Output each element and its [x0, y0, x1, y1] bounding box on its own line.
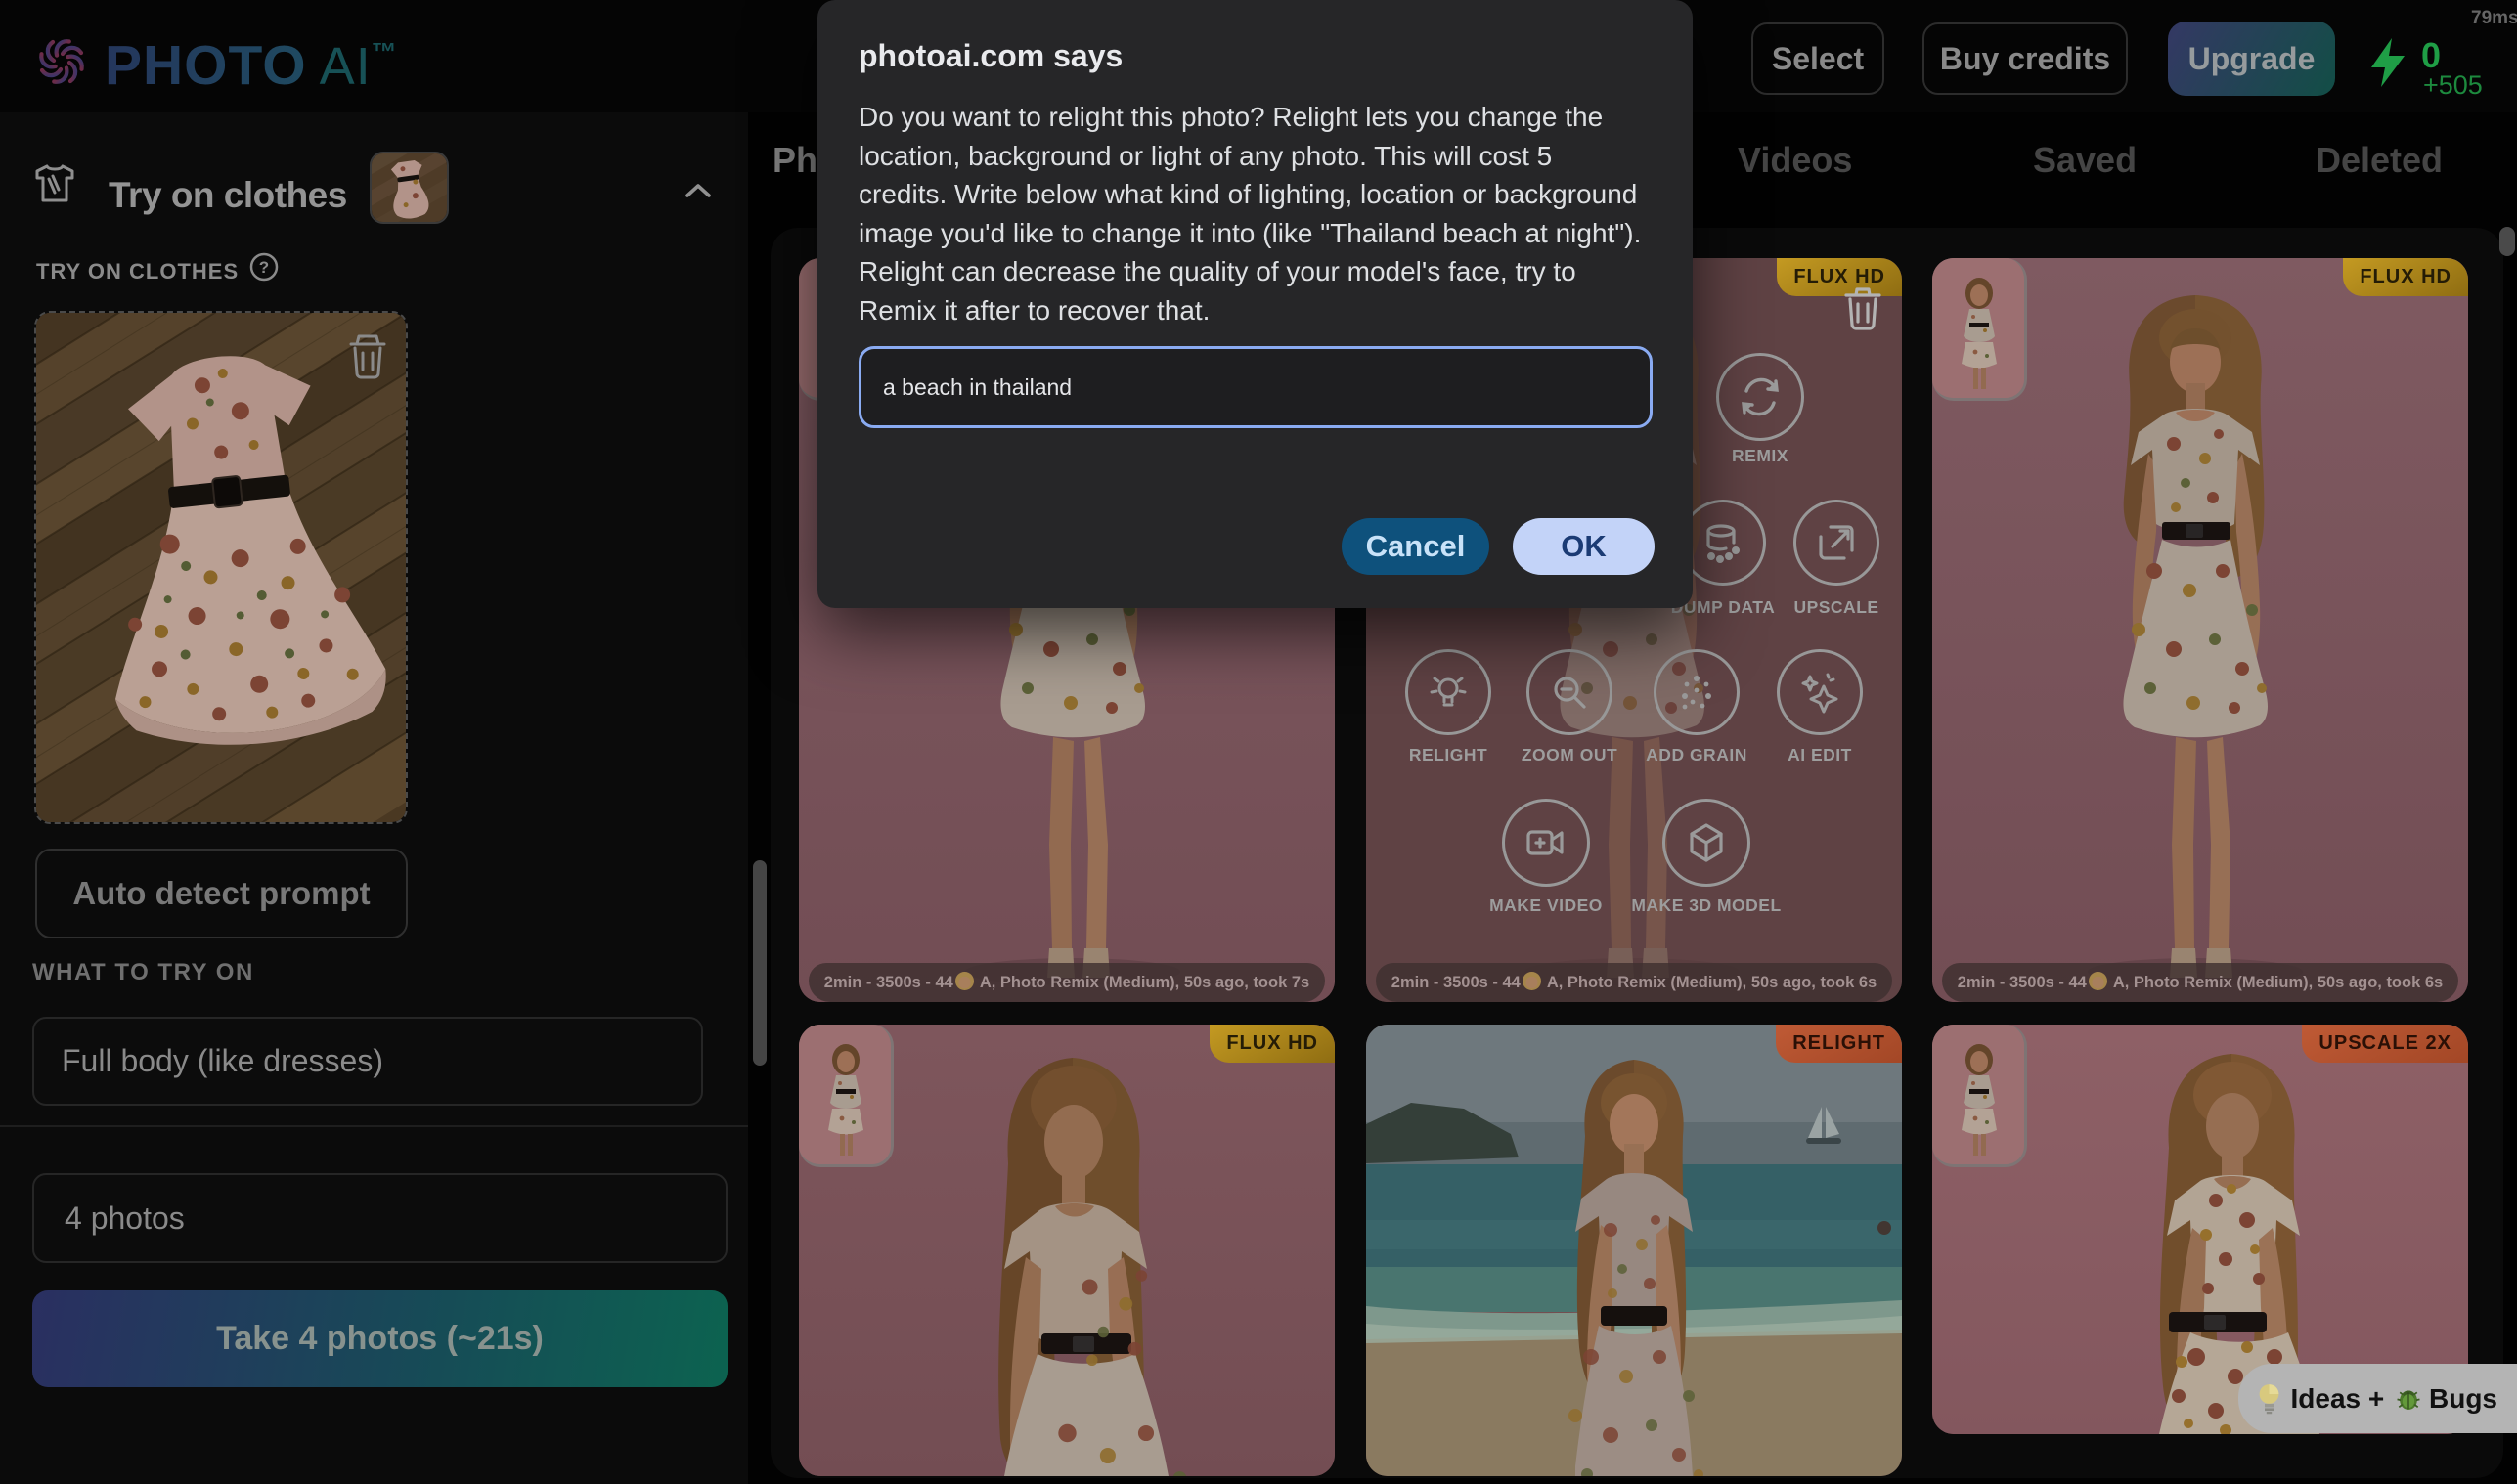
svg-text:?: ? — [259, 258, 269, 277]
